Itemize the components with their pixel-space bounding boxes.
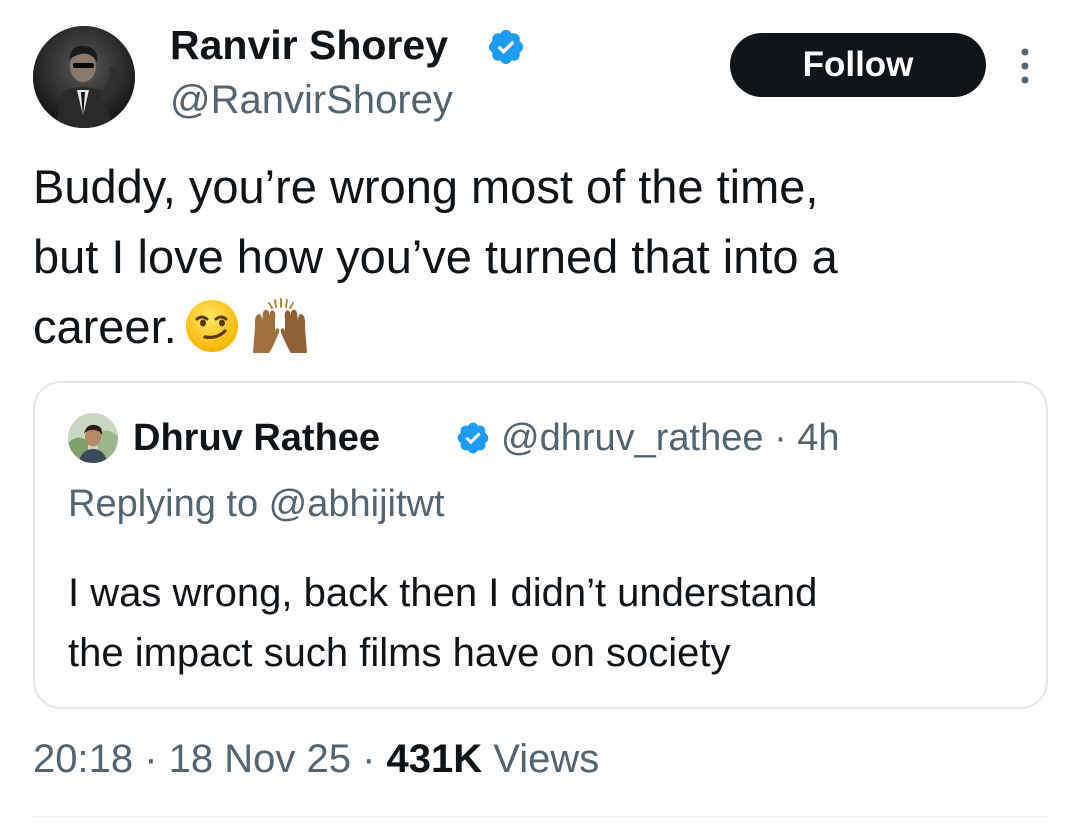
author-display-name[interactable]: Ranvir Shorey [170, 20, 448, 70]
tweet-text-line: Buddy, you’re wrong most of the time, [33, 160, 819, 213]
quoted-tweet-card[interactable]: Dhruv Rathee @dhruv_rathee · 4h Replying… [33, 381, 1048, 709]
quoted-text-line: I was wrong, back then I didn’t understa… [68, 571, 818, 615]
smirking-face-icon [183, 297, 241, 374]
tweet-text-line: career. [33, 292, 1043, 374]
follow-button[interactable]: Follow [730, 33, 986, 97]
author-handle[interactable]: @RanvirShorey [170, 76, 453, 124]
views-label: Views [482, 737, 600, 781]
author-avatar[interactable] [33, 26, 135, 128]
tweet-timestamp[interactable]: 20:18 · 18 Nov 25 · [33, 737, 387, 781]
tweet-text-line: but I love how you’ve turned that into a [33, 230, 838, 283]
quoted-author-name[interactable]: Dhruv Rathee [133, 415, 380, 461]
tweet-meta: 20:18 · 18 Nov 25 · 431K Views [33, 734, 599, 784]
verified-badge-icon [488, 29, 524, 65]
divider [33, 816, 1048, 818]
quoted-author-handle-time[interactable]: @dhruv_rathee · 4h [501, 415, 840, 461]
quoted-replying-to[interactable]: Replying to @abhijitwt [68, 481, 445, 527]
tweet-page: Ranvir Shorey @RanvirShorey Follow Buddy… [0, 0, 1080, 825]
tweet-text-segment: career. [33, 300, 177, 353]
more-options-icon[interactable] [1015, 44, 1035, 88]
raising-hands-icon [247, 297, 313, 374]
verified-badge-icon [457, 422, 489, 454]
views-count[interactable]: 431K [387, 737, 483, 781]
quoted-tweet-text: I was wrong, back then I didn’t understa… [68, 563, 1018, 683]
quoted-text-line: the impact such films have on society [68, 631, 731, 675]
quoted-author-avatar[interactable] [68, 413, 118, 463]
tweet-text: Buddy, you’re wrong most of the time, bu… [33, 152, 1043, 374]
